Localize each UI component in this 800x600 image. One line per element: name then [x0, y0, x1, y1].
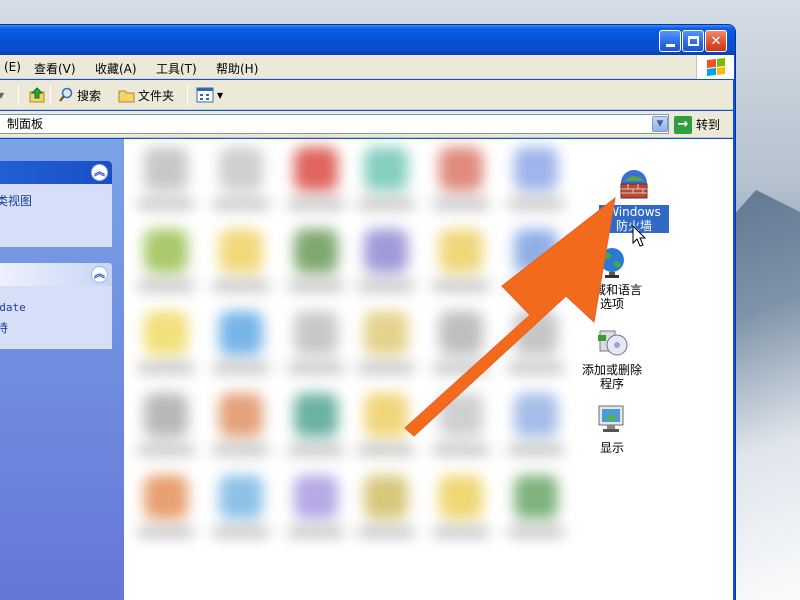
menu-tools[interactable]: 工具(T): [156, 60, 197, 77]
go-label: 转到: [696, 118, 721, 132]
menu-bar: (E) 查看(V) 收藏(A) 工具(T) 帮助(H): [0, 55, 734, 79]
firewall-icon: [617, 167, 651, 201]
windows-update-link[interactable]: Update: [0, 298, 108, 318]
views-grid-icon: [196, 87, 214, 103]
up-folder-icon: [29, 87, 45, 103]
collapse-chevron-icon[interactable]: ︽: [91, 266, 108, 283]
chevron-down-icon: ▼: [656, 119, 664, 129]
menu-edit[interactable]: (E): [4, 60, 21, 74]
display-item[interactable]: 显示: [576, 403, 648, 455]
windows-flag-icon: [706, 58, 725, 76]
control-panel-window: ✕ (E) 查看(V) 收藏(A) 工具(T) 帮助(H) ▼ 搜索 文件夹: [0, 24, 736, 600]
toolbar: ▼ 搜索 文件夹 ▼: [0, 80, 733, 110]
control-panel-content: Windows 防火墙 区域和语言选项 添加或删除程序 显示: [124, 139, 733, 600]
panel-header[interactable]: 板 ︽: [0, 161, 112, 184]
title-bar[interactable]: ✕: [0, 25, 735, 55]
add-remove-programs-icon: [595, 325, 629, 359]
maximize-icon: [687, 36, 699, 46]
toolbar-separator: [18, 85, 19, 105]
collapse-chevron-icon[interactable]: ︽: [91, 164, 108, 181]
menu-help[interactable]: 帮助(H): [216, 60, 258, 77]
switch-to-category-view-link[interactable]: 分类视图: [0, 194, 32, 208]
panel-header[interactable]: ︽: [0, 263, 112, 286]
item-label: 区域和语言选项: [581, 283, 642, 311]
address-input[interactable]: 制面板: [0, 114, 669, 134]
folders-label: 文件夹: [138, 88, 175, 103]
maximize-button[interactable]: [682, 30, 704, 52]
search-label: 搜索: [77, 88, 102, 103]
panel-body: 分类视图: [0, 184, 112, 217]
minimize-button[interactable]: [659, 30, 681, 52]
search-button[interactable]: 搜索: [58, 85, 101, 105]
windows-firewall-item[interactable]: Windows 防火墙: [598, 167, 670, 233]
globe-icon: [595, 245, 629, 279]
go-arrow-icon: →: [674, 115, 692, 134]
close-icon: ✕: [710, 33, 722, 49]
item-label: 显示: [599, 441, 624, 455]
views-button[interactable]: ▼: [196, 85, 223, 105]
toolbar-separator: [187, 85, 188, 105]
folders-button[interactable]: 文件夹: [118, 85, 174, 105]
go-button[interactable]: → 转到: [674, 114, 720, 135]
control-panel-panel: 板 ︽ 分类视图: [0, 161, 112, 247]
toolbar-separator: [50, 85, 51, 105]
display-icon: [595, 403, 629, 437]
address-bar: 制面板 ▼ → 转到: [0, 111, 733, 138]
item-label: 添加或删除程序: [581, 363, 642, 391]
up-folder-button[interactable]: [28, 85, 46, 105]
chevron-down-icon: ▼: [217, 90, 224, 100]
see-also-panel: ︽ Update 支持: [0, 263, 112, 349]
regional-language-item[interactable]: 区域和语言选项: [576, 245, 648, 311]
help-and-support-link[interactable]: 支持: [0, 318, 108, 338]
search-icon: [59, 87, 73, 102]
add-remove-programs-item[interactable]: 添加或删除程序: [576, 325, 648, 391]
address-dropdown-button[interactable]: ▼: [652, 116, 668, 132]
menu-view[interactable]: 查看(V): [34, 60, 76, 77]
panel-body: Update 支持: [0, 286, 112, 346]
back-dropdown-button[interactable]: ▼: [0, 85, 4, 105]
close-button[interactable]: ✕: [705, 30, 727, 52]
chevron-down-icon: ▼: [0, 91, 4, 100]
minimize-icon: [665, 43, 675, 47]
blurred-icons: [124, 139, 584, 559]
menu-favorites[interactable]: 收藏(A): [95, 60, 137, 77]
windows-logo: [696, 55, 734, 79]
task-pane: 板 ︽ 分类视图 ︽ Update 支持: [0, 139, 124, 600]
folder-icon: [118, 90, 135, 102]
